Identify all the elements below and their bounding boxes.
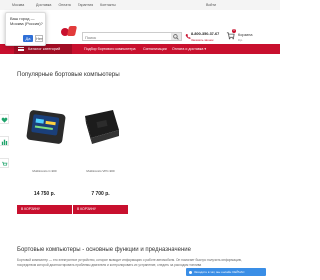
chat-widget-button[interactable]: Заходите в чат, мы онлайн СЕЙЧАС xyxy=(186,268,266,276)
top-link-delivery[interactable]: Доставка xyxy=(36,3,51,7)
top-link-contacts[interactable]: Контакты xyxy=(100,3,116,7)
section-description: Бортовой компьютер — это электронное уст… xyxy=(17,258,243,267)
site-logo[interactable] xyxy=(61,26,78,38)
cart-label[interactable]: Корзина xyxy=(238,33,252,37)
chat-label: Заходите в чат, мы онлайн СЕЙЧАС xyxy=(194,270,245,274)
page-title: Популярные бортовые компьютеры xyxy=(17,71,120,78)
login-link[interactable]: Войти xyxy=(206,3,216,7)
city-question: Ваш город — Москва (Россия)? xyxy=(10,16,43,26)
heart-icon xyxy=(1,117,8,123)
product-image[interactable] xyxy=(17,96,72,156)
callback-link[interactable]: Заказать звонок xyxy=(191,38,213,42)
catalog-label: Каталог категорий xyxy=(28,47,61,51)
chat-icon xyxy=(189,271,192,274)
product-name[interactable]: Multitronics C-900 xyxy=(17,169,72,173)
product-price: 7 700 р. xyxy=(91,191,110,197)
product-name[interactable]: Multitronics VPC-900 xyxy=(73,169,128,173)
city-confirm-popup: Ваш город — Москва (Россия)? Да Нет xyxy=(5,12,46,46)
search-input[interactable] xyxy=(85,34,169,40)
cart-count-badge: 0 xyxy=(232,29,236,33)
product-price: 14 750 р. xyxy=(33,191,56,197)
side-compare-button[interactable] xyxy=(0,136,9,146)
search-icon xyxy=(173,34,179,40)
city-no-button[interactable]: Нет xyxy=(35,35,43,42)
search-button[interactable] xyxy=(171,33,181,40)
cart-sum: 0 р. xyxy=(238,38,244,42)
top-links: Доставка Оплата Гарантия Контакты xyxy=(36,3,122,7)
nav-item-alarms[interactable]: Сигнализации xyxy=(143,44,167,54)
product-card[interactable]: Multitronics C-900 14 750 р. В КОРЗИНУ xyxy=(17,88,72,218)
side-cart-button[interactable] xyxy=(0,158,9,168)
city-yes-button[interactable]: Да xyxy=(23,35,33,42)
menu-icon xyxy=(18,47,24,51)
nav-item-payment-delivery[interactable]: Оплата и доставка ▾ xyxy=(172,44,206,54)
compare-icon xyxy=(1,139,8,145)
top-link-payment[interactable]: Оплата xyxy=(58,3,70,7)
side-floating-icons xyxy=(0,114,9,180)
section-title: Бортовые компьютеры - основные функции и… xyxy=(17,247,191,253)
phone-number[interactable]: 8-800-350-37-67 xyxy=(191,32,219,36)
logo-mark-right xyxy=(66,26,78,36)
side-favorites-button[interactable] xyxy=(0,114,9,124)
search-box xyxy=(82,32,182,41)
product-card[interactable]: Multitronics VPC-900 7 700 р. В КОРЗИНУ xyxy=(73,88,128,218)
nav-item-selection[interactable]: Подбор бортового компьютера xyxy=(84,44,135,54)
add-to-cart-button[interactable]: В КОРЗИНУ xyxy=(17,205,72,214)
top-link-warranty[interactable]: Гарантия xyxy=(78,3,93,7)
product-image[interactable] xyxy=(73,96,128,156)
city-selector[interactable]: Москва xyxy=(12,3,24,7)
add-to-cart-button[interactable]: В КОРЗИНУ xyxy=(73,205,128,214)
top-info-bar: Москва Доставка Оплата Гарантия Контакты… xyxy=(0,0,280,10)
side-cart-icon xyxy=(2,161,8,166)
